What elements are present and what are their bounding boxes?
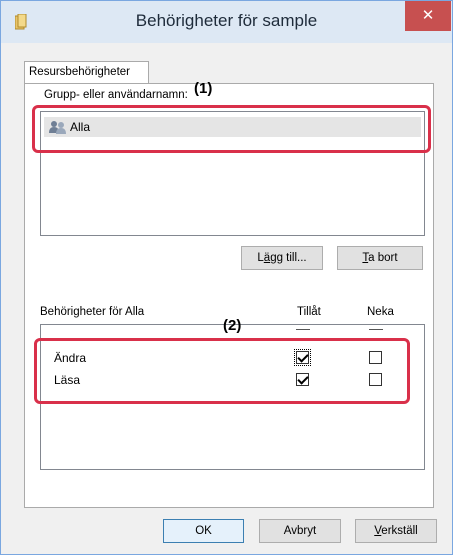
apply-button[interactable]: Verkställ xyxy=(355,519,437,543)
callout-2: (2) xyxy=(223,317,242,334)
deny-column-header: Neka xyxy=(367,306,394,318)
close-button[interactable]: ✕ xyxy=(405,1,451,31)
allow-column-header: Tillåt xyxy=(297,306,321,318)
highlight-box-2 xyxy=(34,338,410,404)
tab-resource-permissions[interactable]: Resursbehörigheter xyxy=(24,61,149,84)
apply-button-suffix: erkställ xyxy=(381,525,418,537)
title-bar[interactable]: Behörigheter för sample ✕ xyxy=(1,1,452,43)
cancel-button[interactable]: Avbryt xyxy=(259,519,341,543)
permissions-label: Behörigheter för Alla xyxy=(40,306,145,318)
callout-1: (1) xyxy=(194,80,213,97)
remove-button[interactable]: Ta bort xyxy=(337,246,423,270)
add-button[interactable]: Lägg till... xyxy=(241,246,323,270)
highlight-box-1 xyxy=(32,105,431,153)
add-button-suffix: gg till... xyxy=(270,252,307,264)
group-list-label: Grupp- eller användarnamn: xyxy=(44,89,188,101)
window-title: Behörigheter för sample xyxy=(135,11,318,30)
partial-checkbox-allow xyxy=(296,329,310,330)
dialog-window: Behörigheter för sample ✕ Resursbehörigh… xyxy=(0,0,453,555)
remove-button-suffix: a bort xyxy=(368,252,398,264)
ok-button[interactable]: OK xyxy=(163,519,244,543)
partial-checkbox-deny xyxy=(369,329,383,330)
